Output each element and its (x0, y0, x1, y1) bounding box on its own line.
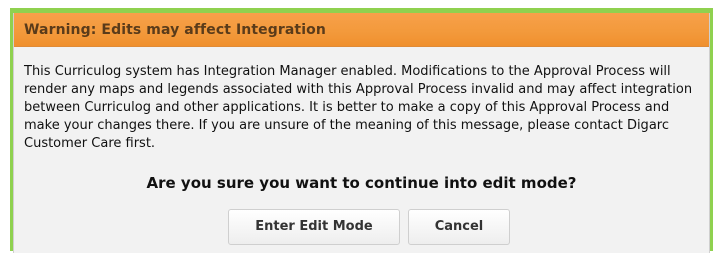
screenshot-frame: Warning: Edits may affect Integration Th… (0, 0, 721, 255)
warning-message: This Curriculog system has Integration M… (24, 64, 693, 151)
cancel-button[interactable]: Cancel (408, 209, 510, 245)
enter-edit-mode-button[interactable]: Enter Edit Mode (228, 209, 400, 245)
dialog-title: Warning: Edits may affect Integration (24, 22, 326, 38)
confirmation-question: Are you sure you want to continue into e… (146, 174, 577, 192)
warning-dialog: Warning: Edits may affect Integration Th… (13, 13, 710, 253)
dialog-button-row: Enter Edit Mode Cancel (14, 209, 709, 247)
dialog-title-bar: Warning: Edits may affect Integration (14, 13, 709, 47)
